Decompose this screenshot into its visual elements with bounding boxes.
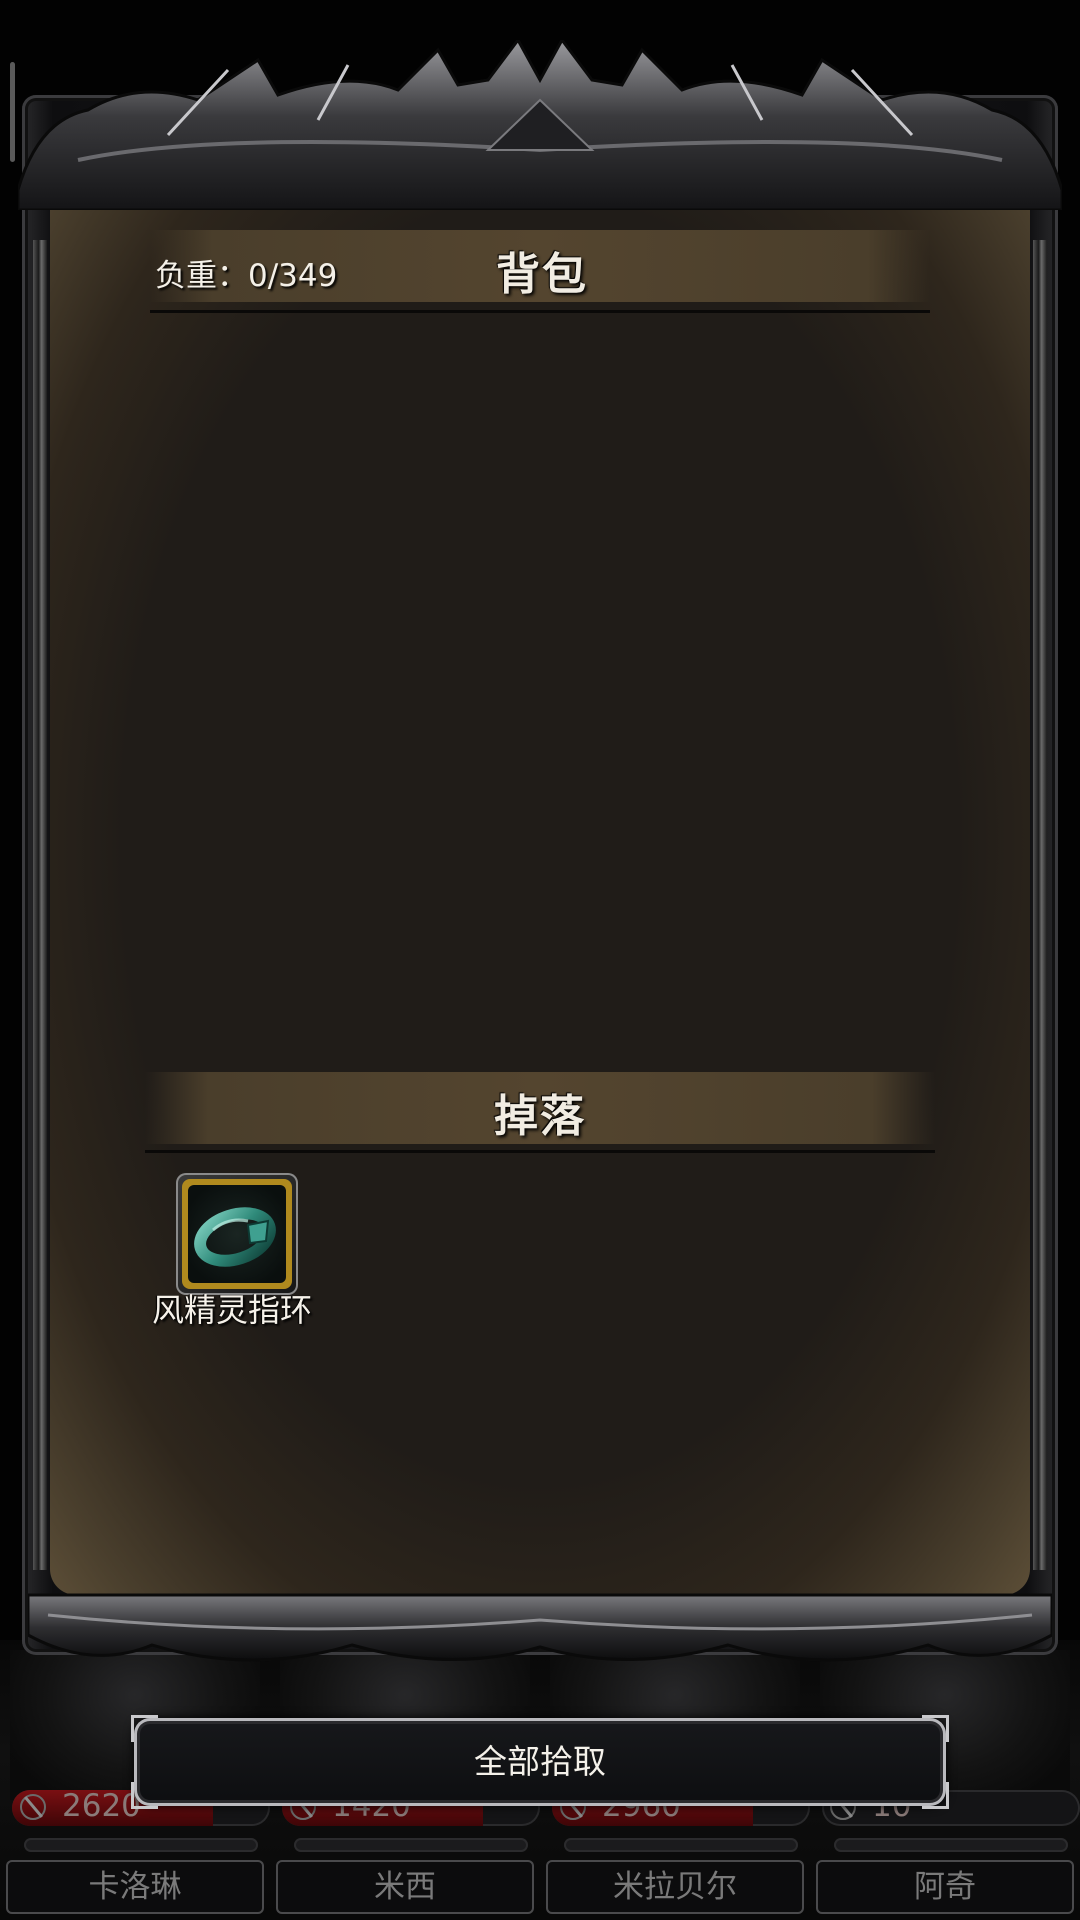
party-mp-bar-1 <box>24 1838 258 1852</box>
party-mp-bar-3 <box>564 1838 798 1852</box>
drop-item-name: 风精灵指环 <box>152 1291 313 1329</box>
weight-indicator: 负重：0/349 <box>155 258 338 294</box>
party-member-1-name[interactable]: 卡洛琳 <box>6 1860 264 1914</box>
party-member-2-name[interactable]: 米西 <box>276 1860 534 1914</box>
collect-all-label: 全部拾取 <box>474 1742 606 1781</box>
hp-value: 2620 <box>62 1790 141 1824</box>
bag-grid <box>150 320 930 1060</box>
frame-base-ornament <box>28 1593 1052 1662</box>
ring-icon <box>194 1207 276 1267</box>
collect-all-button[interactable]: 全部拾取 <box>131 1715 949 1809</box>
party-member-3-name[interactable]: 米拉贝尔 <box>546 1860 804 1914</box>
party-mp-bar-2 <box>294 1838 528 1852</box>
drop-item-slot[interactable] <box>176 1173 298 1295</box>
item-icon-bg <box>188 1185 286 1283</box>
drops-title: 掉落 <box>494 1091 586 1142</box>
party-member-4-name[interactable]: 阿奇 <box>816 1860 1074 1914</box>
scroll-indicator[interactable] <box>10 62 15 162</box>
frame-left-edge <box>33 240 47 1570</box>
bag-title: 背包 <box>496 249 588 300</box>
frame-crown-ornament <box>18 40 1062 210</box>
party-mp-bar-4 <box>834 1838 1068 1852</box>
bag-header-divider <box>150 310 930 313</box>
item-rarity-border <box>182 1179 292 1289</box>
sword-icon <box>20 1794 46 1820</box>
frame-right-edge <box>1033 240 1047 1570</box>
game-screen: 2620 1420 2960 10 卡洛琳 米西 米拉贝尔 阿奇 背包 负重：0… <box>0 0 1080 1920</box>
drops-header-divider <box>145 1150 935 1153</box>
